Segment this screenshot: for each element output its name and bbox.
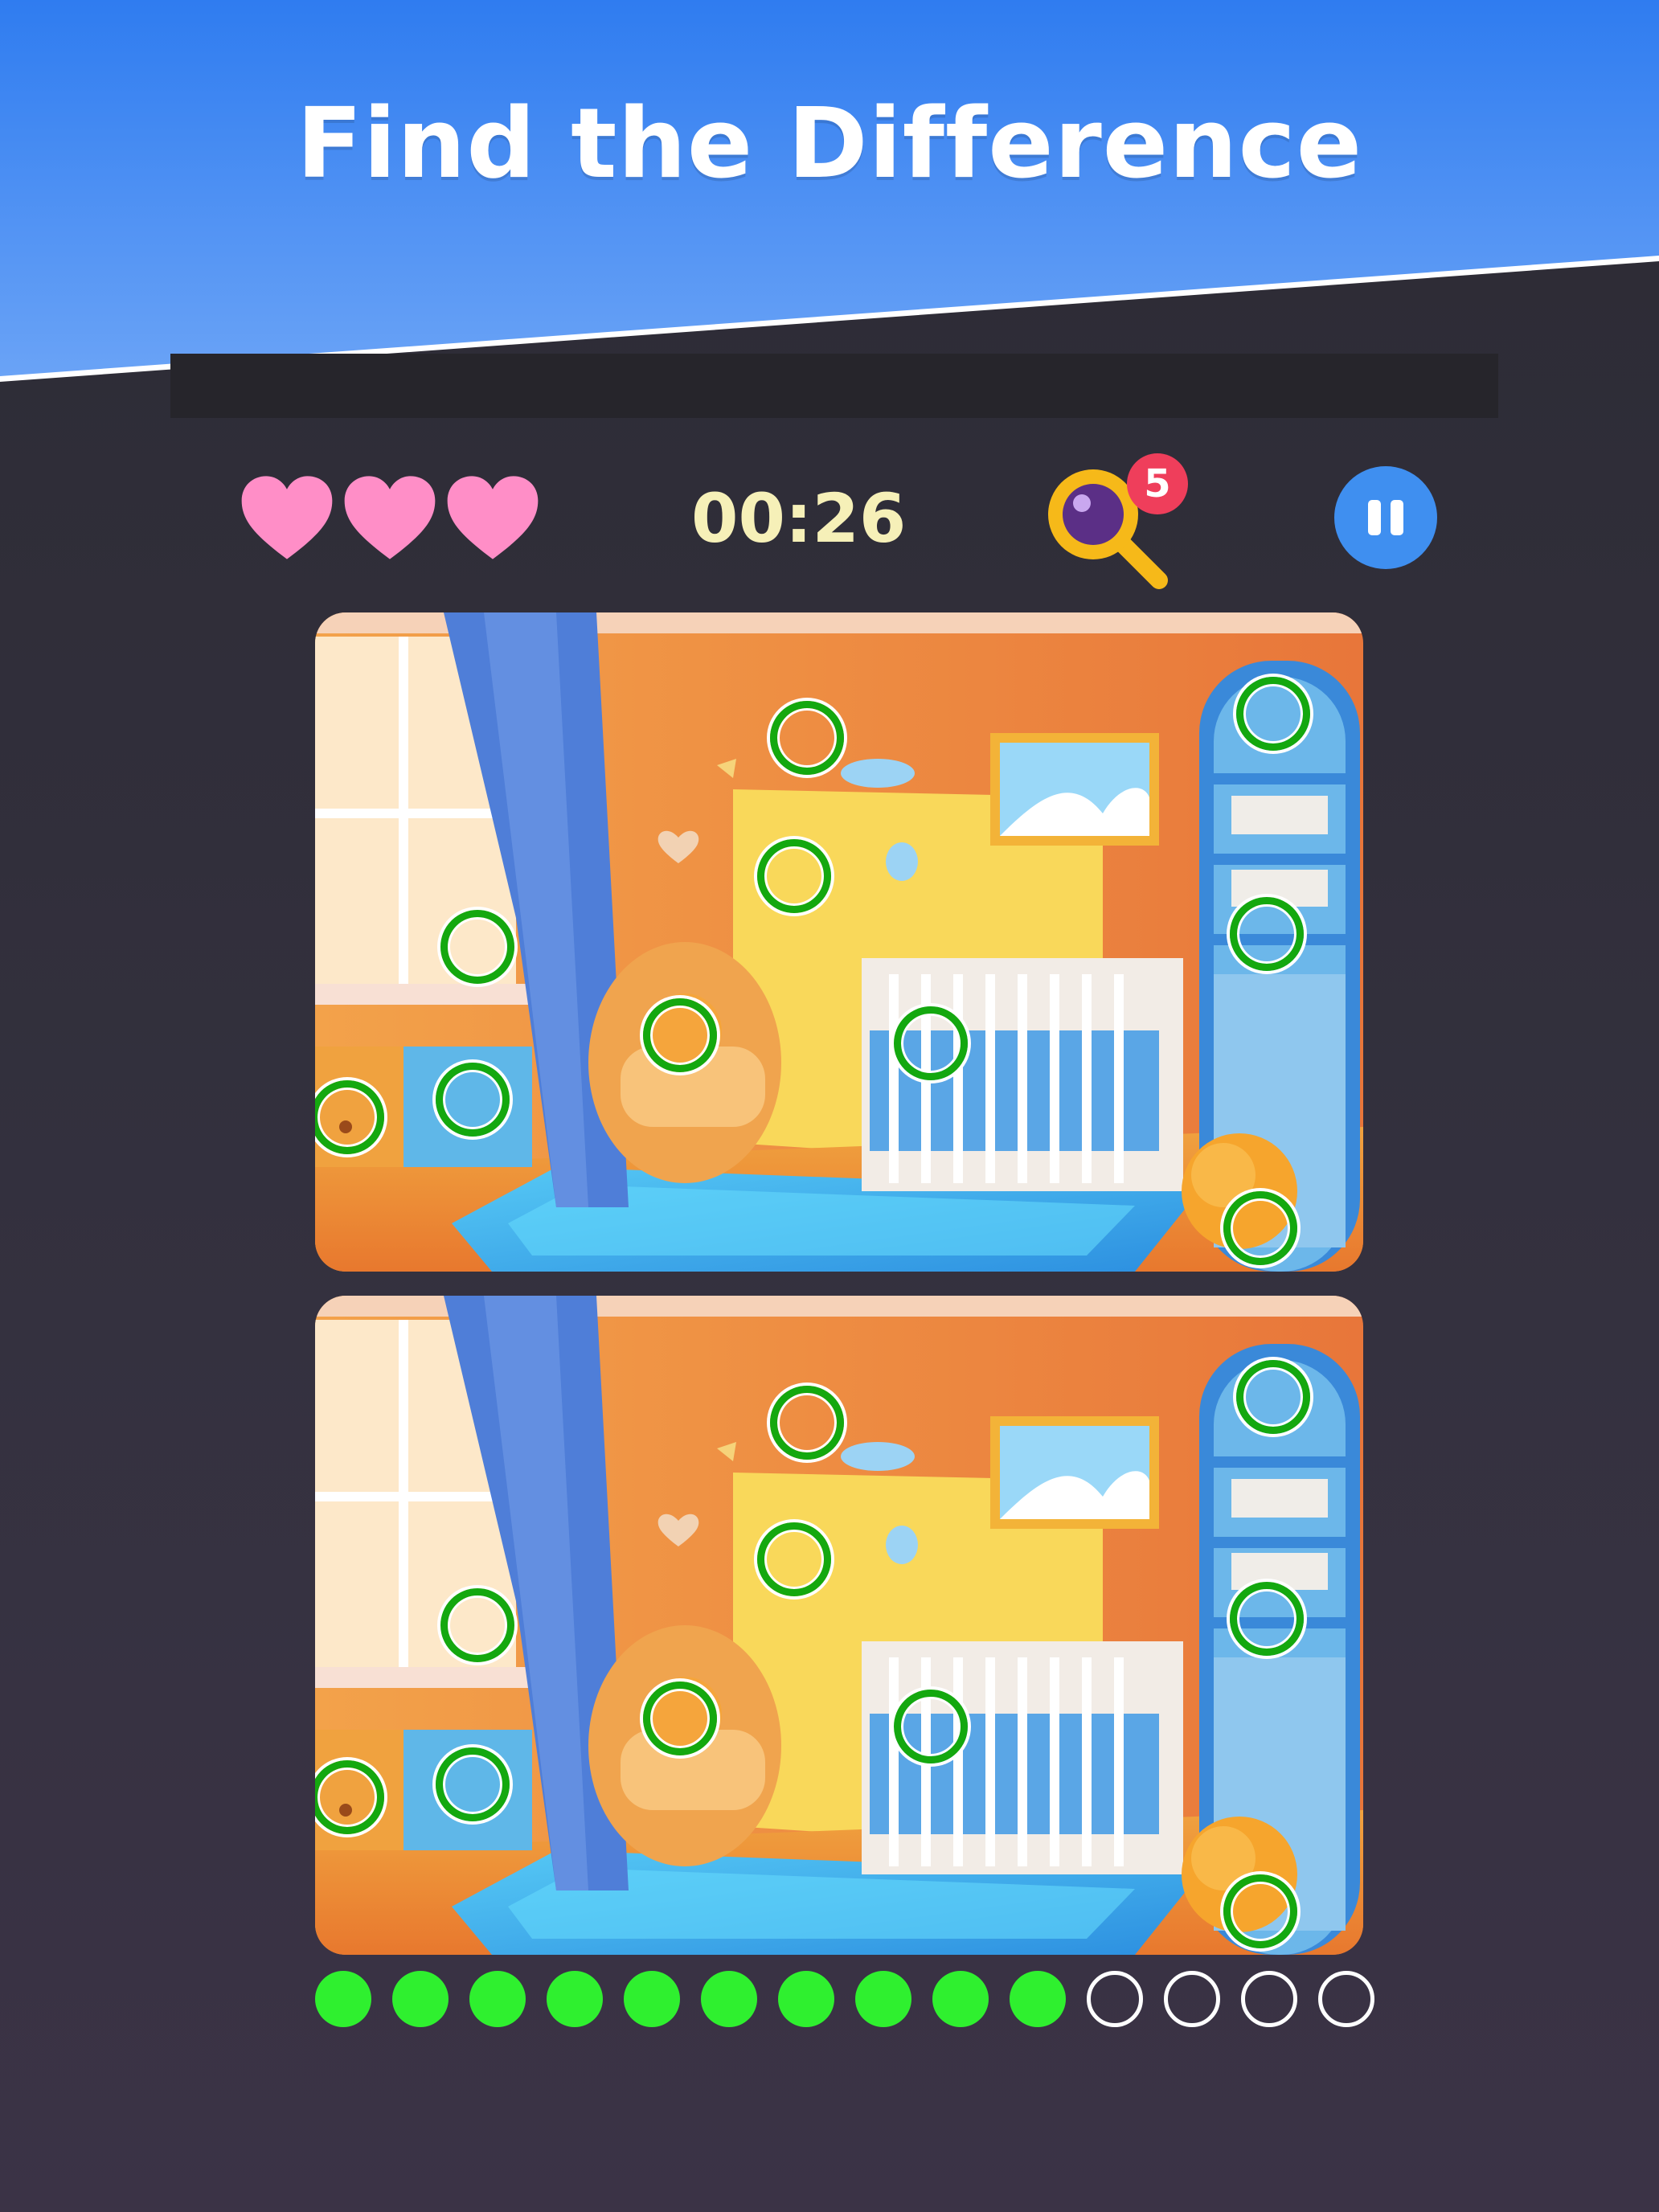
progress-dot-found (469, 1971, 526, 2027)
found-marker (440, 910, 514, 984)
progress-dot-found (547, 1971, 603, 2027)
progress-dot-empty (1318, 1971, 1374, 2027)
top-scene[interactable] (315, 612, 1363, 1272)
progress-dot-found (778, 1971, 834, 2027)
page-title: Find the Difference (296, 88, 1363, 200)
found-marker (643, 998, 717, 1072)
progress-dot-empty (1087, 1971, 1143, 2027)
progress-dot-empty (1164, 1971, 1220, 2027)
lives (240, 474, 540, 561)
pause-button[interactable] (1334, 466, 1437, 569)
timer: 00:26 (691, 479, 907, 558)
differences-progress (315, 1971, 1374, 2027)
heart-icon (344, 476, 436, 559)
found-marker (1223, 1191, 1297, 1265)
found-marker (436, 1747, 510, 1821)
progress-dot-found (855, 1971, 911, 2027)
found-marker (643, 1682, 717, 1755)
hint-button[interactable]: 5 (1037, 450, 1198, 595)
hint-count-badge: 5 (1127, 453, 1188, 514)
bottom-scene[interactable] (315, 1296, 1363, 1955)
progress-dot-empty (1241, 1971, 1297, 2027)
found-marker (440, 1588, 514, 1662)
heart-icon (447, 476, 539, 559)
pause-icon (1368, 500, 1381, 535)
game-hud: 00:26 5 (0, 450, 1659, 595)
found-marker (757, 1522, 831, 1596)
found-marker (1230, 1582, 1304, 1656)
found-marker (1223, 1874, 1297, 1948)
ad-strip (170, 354, 1498, 418)
heart-icon (241, 476, 333, 559)
progress-dot-found (624, 1971, 680, 2027)
found-marker (894, 1006, 968, 1080)
found-marker (1230, 897, 1304, 971)
found-marker (1236, 1360, 1310, 1434)
found-marker (757, 839, 831, 913)
found-marker (770, 701, 844, 775)
found-marker (894, 1690, 968, 1763)
progress-dot-found (1010, 1971, 1066, 2027)
progress-dot-found (315, 1971, 371, 2027)
found-marker (436, 1063, 510, 1137)
found-marker (770, 1386, 844, 1460)
progress-dot-found (932, 1971, 989, 2027)
progress-dot-found (392, 1971, 449, 2027)
progress-dot-found (701, 1971, 757, 2027)
found-marker (1236, 677, 1310, 751)
